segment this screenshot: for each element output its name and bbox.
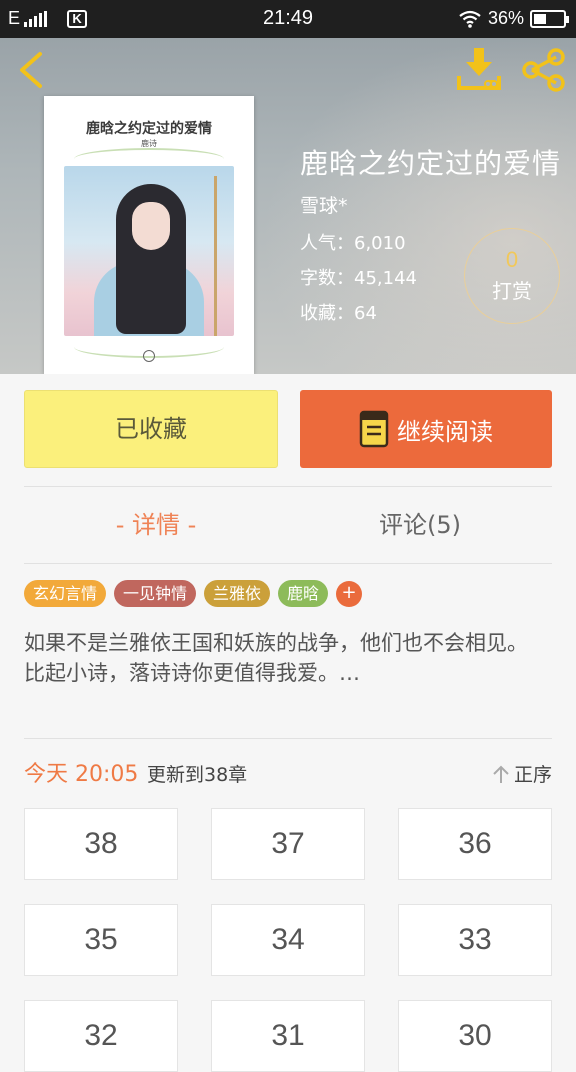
back-arrow-icon[interactable]: [14, 50, 48, 90]
download-icon[interactable]: [456, 46, 502, 92]
book-title: 鹿晗之约定过的爱情: [300, 147, 562, 180]
divider: [24, 738, 552, 739]
tab-details[interactable]: - 详情 -: [24, 505, 288, 540]
tip-label: 打赏: [492, 279, 532, 303]
book-header: 鹿晗之约定过的爱情 鹿诗 鹿晗之约定过的爱情 雪球* 人气：6,010 字数：4…: [0, 38, 576, 374]
tip-count: 0: [505, 247, 519, 272]
arrow-up-icon: [493, 765, 509, 783]
cover-illustration: [64, 166, 234, 336]
word-count-stat: 字数：45,144: [300, 268, 417, 289]
chapter-item[interactable]: 31: [211, 1000, 365, 1072]
book-icon: [359, 410, 389, 448]
chapter-item[interactable]: 30: [398, 1000, 552, 1072]
chapter-item[interactable]: 37: [211, 808, 365, 880]
tag-item[interactable]: 兰雅依: [204, 580, 271, 607]
book-author[interactable]: 雪球*: [300, 191, 348, 218]
sort-label: 正序: [513, 764, 552, 786]
book-description[interactable]: 如果不是兰雅依王国和妖族的战争，他们也不会相见。 比起小诗，落诗诗你更值得我爱。…: [24, 628, 552, 688]
update-status: 更新到38章: [147, 764, 248, 786]
tab-comments[interactable]: 评论(5): [288, 505, 552, 540]
continue-reading-label: 继续阅读: [397, 417, 493, 446]
share-icon[interactable]: [520, 48, 568, 92]
sort-toggle[interactable]: 正序: [492, 760, 552, 787]
tag-item[interactable]: 鹿晗: [278, 580, 329, 607]
favorited-button[interactable]: 已收藏: [24, 390, 278, 468]
tag-item[interactable]: 玄幻言情: [24, 580, 107, 607]
book-cover[interactable]: 鹿晗之约定过的爱情 鹿诗: [44, 96, 254, 374]
battery-charging-icon: [530, 9, 569, 28]
divider: [24, 563, 552, 564]
description-line: 比起小诗，落诗诗你更值得我爱。…: [24, 661, 360, 685]
favorites-stat: 收藏：64: [300, 303, 377, 324]
tag-item[interactable]: 一见钟情: [114, 580, 197, 607]
divider: [24, 486, 552, 487]
continue-reading-button[interactable]: 继续阅读: [300, 390, 552, 468]
update-time: 今天 20:05: [24, 762, 139, 787]
chapter-item[interactable]: 36: [398, 808, 552, 880]
add-tag-button[interactable]: +: [336, 580, 363, 607]
cover-title: 鹿晗之约定过的爱情: [86, 121, 212, 137]
chapter-item[interactable]: 35: [24, 904, 178, 976]
tip-button[interactable]: 0 打赏: [464, 228, 560, 324]
tag-list: 玄幻言情 一见钟情 兰雅依 鹿晗 +: [24, 580, 363, 607]
chapter-item[interactable]: 33: [398, 904, 552, 976]
status-bar: E K 21:49 36%: [0, 0, 576, 38]
wifi-icon: [459, 10, 481, 28]
chapter-item[interactable]: 32: [24, 1000, 178, 1072]
popularity-stat: 人气：6,010: [300, 233, 406, 254]
chapter-item[interactable]: 34: [211, 904, 365, 976]
battery-percent: 36%: [487, 8, 524, 28]
chapter-item[interactable]: 38: [24, 808, 178, 880]
description-line: 如果不是兰雅依王国和妖族的战争，他们也不会相见。: [24, 631, 528, 655]
publisher-logo-icon: [143, 350, 155, 362]
